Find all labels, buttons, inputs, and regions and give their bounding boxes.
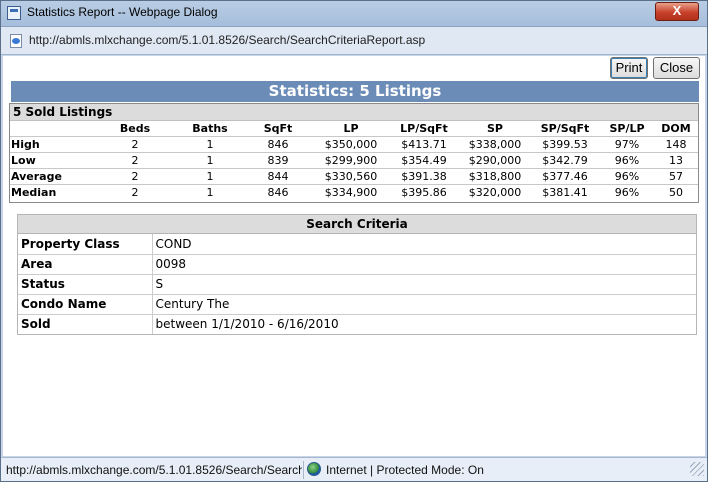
table-cell: 846: [242, 183, 314, 200]
table-cell: $350,000: [314, 135, 388, 152]
table-cell: $338,000: [460, 135, 530, 152]
column-header: Beds: [119, 121, 151, 135]
table-row: Median 2 1 846 $334,900 $395.86 $320,000…: [10, 183, 698, 200]
criteria-value: Century The: [152, 293, 696, 314]
column-header: SP/LP: [609, 121, 645, 135]
dialog-window: Statistics Report -- Webpage Dialog X ht…: [0, 0, 708, 482]
table-cell: 13: [654, 151, 698, 168]
table-cell: $334,900: [314, 183, 388, 200]
table-cell: 97%: [600, 135, 654, 152]
resize-grip-icon[interactable]: [690, 462, 704, 476]
table-cell: 1: [178, 167, 242, 184]
table-cell: 2: [92, 183, 178, 200]
window-icon: [7, 6, 21, 20]
column-header: DOM: [661, 121, 691, 135]
table-row: Low 2 1 839 $299,900 $354.49 $290,000 $3…: [10, 151, 698, 168]
column-header: LP/SqFt: [400, 121, 448, 135]
table-row: Average 2 1 844 $330,560 $391.38 $318,80…: [10, 167, 698, 184]
table-cell: $399.53: [530, 135, 600, 152]
table-cell: $381.41: [530, 183, 600, 200]
criteria-label: Status: [18, 273, 153, 294]
table-cell: 1: [178, 135, 242, 152]
table-cell: 2: [92, 151, 178, 168]
table-cell: 1: [178, 151, 242, 168]
table-cell: 96%: [600, 183, 654, 200]
stats-corner: [10, 121, 92, 136]
table-cell: 2: [92, 135, 178, 152]
criteria-label: Sold: [18, 313, 153, 334]
table-cell: 846: [242, 135, 314, 152]
criteria-row: Status S: [18, 273, 696, 294]
table-cell: 57: [654, 167, 698, 184]
internet-globe-icon: [307, 462, 321, 476]
criteria-label: Area: [18, 253, 153, 274]
close-button[interactable]: Close: [653, 57, 700, 79]
criteria-value: S: [152, 273, 696, 294]
table-cell: $391.38: [388, 167, 460, 184]
print-button[interactable]: Print: [610, 57, 648, 79]
table-cell: $290,000: [460, 151, 530, 168]
address-url: http://abmls.mlxchange.com/5.1.01.8526/S…: [29, 33, 426, 47]
criteria-value: 0098: [152, 253, 696, 274]
criteria-row: Condo Name Century The: [18, 293, 696, 314]
table-cell: 1: [178, 183, 242, 200]
search-criteria-panel: Search Criteria Property Class COND Area…: [17, 214, 697, 335]
stats-header: Statistics: 5 Listings: [11, 81, 699, 102]
stats-subheader: 5 Sold Listings: [10, 104, 698, 121]
table-cell: $330,560: [314, 167, 388, 184]
table-cell: $377.46: [530, 167, 600, 184]
table-cell: 839: [242, 151, 314, 168]
table-cell: $299,900: [314, 151, 388, 168]
search-criteria-table: Property Class COND Area 0098 Status S C…: [18, 234, 696, 334]
table-row: High 2 1 846 $350,000 $413.71 $338,000 $…: [10, 135, 698, 152]
criteria-label: Condo Name: [18, 293, 153, 314]
search-criteria-header: Search Criteria: [18, 215, 696, 234]
criteria-row: Area 0098: [18, 253, 696, 274]
column-header: SP: [487, 121, 503, 135]
criteria-value: COND: [155, 236, 192, 251]
table-cell: 2: [92, 167, 178, 184]
table-cell: $413.71: [388, 135, 460, 152]
table-cell: $318,800: [460, 167, 530, 184]
table-cell: 96%: [600, 167, 654, 184]
window-title: Statistics Report -- Webpage Dialog: [27, 5, 218, 19]
table-cell: $320,000: [460, 183, 530, 200]
row-label: Low: [10, 151, 92, 168]
security-zone: Internet | Protected Mode: On: [326, 463, 484, 477]
table-cell: 96%: [600, 151, 654, 168]
criteria-label: Property Class: [18, 234, 153, 254]
column-header: Baths: [192, 121, 228, 135]
table-cell: $342.79: [530, 151, 600, 168]
stats-header-row: Beds Baths SqFt LP LP/SqFt SP SP/SqFt SP…: [10, 121, 698, 136]
status-bar: http://abmls.mlxchange.com/5.1.01.8526/S…: [1, 457, 707, 481]
stats-panel: 5 Sold Listings Beds Baths SqFt LP LP/Sq…: [9, 103, 699, 203]
table-cell: 50: [654, 183, 698, 200]
window-close-button[interactable]: X: [655, 2, 699, 21]
address-bar: http://abmls.mlxchange.com/5.1.01.8526/S…: [1, 27, 707, 55]
criteria-value: between 1/1/2010 - 6/16/2010: [152, 313, 696, 334]
table-cell: 844: [242, 167, 314, 184]
row-label: Median: [10, 183, 92, 200]
stats-table: Beds Baths SqFt LP LP/SqFt SP SP/SqFt SP…: [10, 121, 698, 200]
column-header: SqFt: [263, 121, 293, 135]
status-url: http://abmls.mlxchange.com/5.1.01.8526/S…: [6, 463, 302, 477]
row-label: High: [10, 135, 92, 152]
row-label: Average: [10, 167, 92, 184]
title-bar[interactable]: Statistics Report -- Webpage Dialog X: [1, 1, 707, 27]
criteria-row: Property Class COND: [18, 234, 696, 254]
column-header: SP/SqFt: [540, 121, 590, 135]
table-cell: $354.49: [388, 151, 460, 168]
table-cell: 148: [654, 135, 698, 152]
report-content: Print Close Statistics: 5 Listings 5 Sol…: [3, 56, 705, 456]
table-cell: $395.86: [388, 183, 460, 200]
status-separator: [303, 461, 304, 479]
criteria-row: Sold between 1/1/2010 - 6/16/2010: [18, 313, 696, 334]
column-header: LP: [343, 121, 359, 135]
page-icon: [10, 34, 22, 48]
